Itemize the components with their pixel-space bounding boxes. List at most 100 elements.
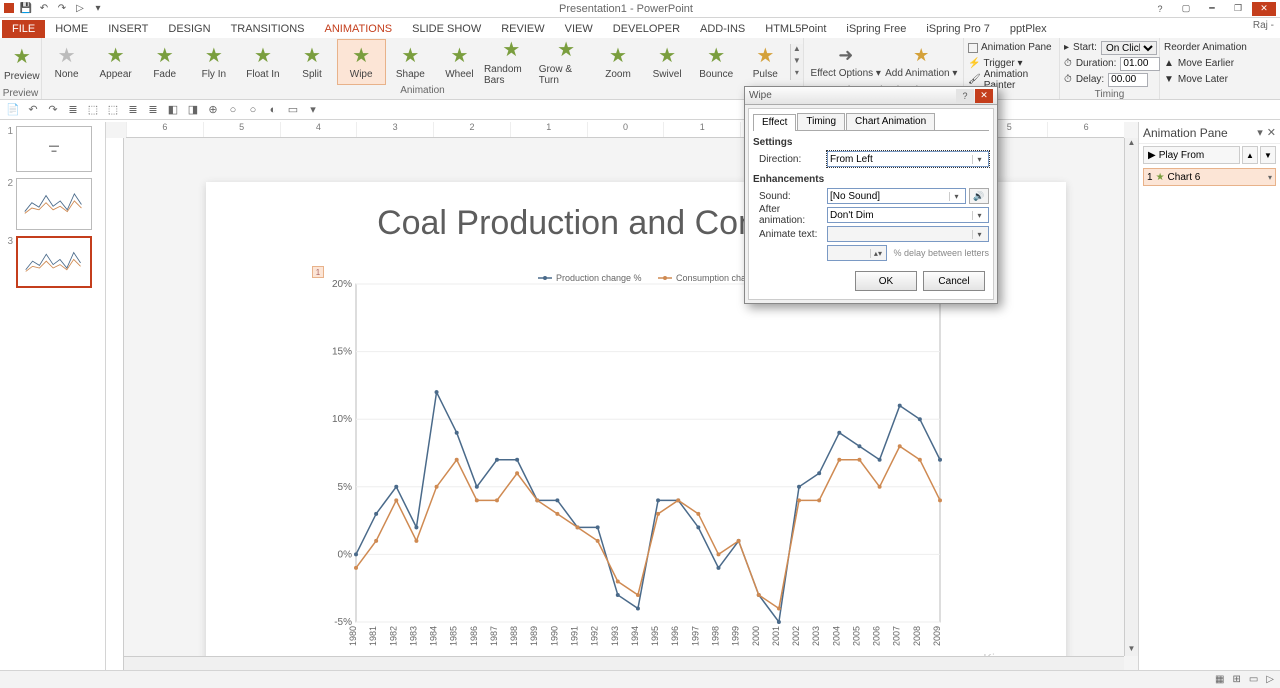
qat-icon[interactable]: ≣ xyxy=(66,103,80,117)
anim-zoom[interactable]: Zoom xyxy=(593,39,642,85)
start-select[interactable]: On Click xyxy=(1101,41,1157,55)
dialog-tab-chart-animation[interactable]: Chart Animation xyxy=(846,113,935,130)
thumbnail-3[interactable] xyxy=(16,236,92,288)
svg-text:1993: 1993 xyxy=(610,626,620,646)
tab-ispring-free[interactable]: iSpring Free xyxy=(836,20,916,38)
tab-design[interactable]: DESIGN xyxy=(158,20,220,38)
qat-icon[interactable]: ▭ xyxy=(286,103,300,117)
animation-tag[interactable]: 1 xyxy=(312,266,324,278)
anim-bounce[interactable]: Bounce xyxy=(692,39,741,85)
play-from-button[interactable]: ▶Play From xyxy=(1143,146,1240,164)
tab-view[interactable]: VIEW xyxy=(555,20,603,38)
anim-pulse[interactable]: ★Pulse xyxy=(741,39,790,85)
tab-ispring-pro[interactable]: iSpring Pro 7 xyxy=(916,20,1000,38)
direction-combo[interactable]: From Left▾ xyxy=(827,151,989,167)
qat-icon[interactable]: ◐ xyxy=(266,103,280,117)
qat-more-icon[interactable]: ▾ xyxy=(92,3,104,15)
view-reading-icon[interactable]: ▭ xyxy=(1249,674,1258,685)
qat-icon[interactable]: ⬚ xyxy=(106,103,120,117)
qat-undo-icon[interactable]: ↶ xyxy=(38,3,50,15)
thumbnail-2[interactable] xyxy=(16,178,92,230)
gallery-scroll[interactable]: ▲▼▾ xyxy=(790,44,803,80)
qat-save-icon[interactable]: 💾 xyxy=(20,3,32,15)
animation-pane-toggle[interactable]: Animation Pane xyxy=(968,40,1052,55)
chevron-down-icon[interactable]: ▾ xyxy=(1268,173,1272,182)
pane-dropdown-icon[interactable]: ▾ xyxy=(1257,126,1263,139)
tab-pptplex[interactable]: pptPlex xyxy=(1000,20,1057,38)
close-button[interactable]: ✕ xyxy=(1252,2,1276,16)
view-normal-icon[interactable]: ▦ xyxy=(1215,674,1224,685)
qat-icon[interactable]: ○ xyxy=(226,103,240,117)
animation-gallery[interactable]: ★None Appear Fade Fly In Float In Split … xyxy=(42,39,790,85)
tab-animations[interactable]: ANIMATIONS xyxy=(315,20,403,38)
tab-developer[interactable]: DEVELOPER xyxy=(603,20,690,38)
delay-input[interactable] xyxy=(1108,73,1148,87)
cancel-button[interactable]: Cancel xyxy=(923,271,985,291)
qat-icon[interactable]: ≣ xyxy=(146,103,160,117)
animation-item[interactable]: 1 ★ Chart 6 ▾ xyxy=(1143,168,1276,186)
anim-floatin[interactable]: Float In xyxy=(238,39,287,85)
qat-icon[interactable]: ◨ xyxy=(186,103,200,117)
move-later-button[interactable]: ▼Move Later xyxy=(1164,72,1228,87)
qat-icon[interactable]: ↶ xyxy=(26,103,40,117)
qat-icon[interactable]: ▾ xyxy=(306,103,320,117)
animation-painter-button[interactable]: 🖌Animation Painter xyxy=(968,72,1055,87)
pane-close-icon[interactable]: ✕ xyxy=(1267,126,1276,139)
anim-none[interactable]: ★None xyxy=(42,39,91,85)
anim-swivel[interactable]: Swivel xyxy=(643,39,692,85)
help-icon[interactable]: ? xyxy=(1148,2,1172,16)
play-up-button[interactable]: ▲ xyxy=(1242,146,1258,164)
spinner-icon: ▴▾ xyxy=(870,249,884,258)
qat-redo-icon[interactable]: ↷ xyxy=(56,3,68,15)
play-down-button[interactable]: ▼ xyxy=(1260,146,1276,164)
anim-split[interactable]: Split xyxy=(287,39,336,85)
anim-flyin[interactable]: Fly In xyxy=(189,39,238,85)
tab-insert[interactable]: INSERT xyxy=(98,20,158,38)
view-slideshow-icon[interactable]: ▷ xyxy=(1266,674,1274,685)
thumbnail-1[interactable]: ▬▬▬ xyxy=(16,126,92,172)
tab-file[interactable]: FILE xyxy=(2,20,45,38)
qat-icon[interactable]: 📄 xyxy=(6,103,20,117)
anim-wheel[interactable]: Wheel xyxy=(435,39,484,85)
qat-icon[interactable]: ⬚ xyxy=(86,103,100,117)
qat-icon[interactable]: ⊕ xyxy=(206,103,220,117)
duration-input[interactable] xyxy=(1120,57,1160,71)
tab-home[interactable]: HOME xyxy=(45,20,98,38)
dialog-help-button[interactable]: ? xyxy=(956,89,974,103)
anim-growturn[interactable]: Grow & Turn xyxy=(539,39,594,85)
anim-wipe[interactable]: Wipe xyxy=(337,39,386,85)
anim-appear[interactable]: Appear xyxy=(91,39,140,85)
tab-html5point[interactable]: HTML5Point xyxy=(755,20,836,38)
chart-object[interactable]: 1 -5%0%5%10%15%20%Production change %Con… xyxy=(326,264,946,652)
preview-button[interactable]: Preview xyxy=(4,40,40,86)
maximize-button[interactable]: ❐ xyxy=(1226,2,1250,16)
editor-scrollbar-v[interactable]: ▲▼ xyxy=(1124,138,1138,656)
dialog-close-button[interactable]: ✕ xyxy=(975,89,993,103)
view-sorter-icon[interactable]: ⊞ xyxy=(1232,674,1240,685)
add-animation-button[interactable]: ★Add Animation ▾ xyxy=(884,45,960,79)
sound-combo[interactable]: [No Sound]▾ xyxy=(827,188,966,204)
tab-transitions[interactable]: TRANSITIONS xyxy=(221,20,315,38)
qat-icon[interactable]: ↷ xyxy=(46,103,60,117)
effect-options-button[interactable]: ➜Effect Options ▾ xyxy=(808,45,884,79)
dialog-tab-timing[interactable]: Timing xyxy=(797,113,845,130)
dialog-tab-effect[interactable]: Effect xyxy=(753,114,796,131)
anim-shape[interactable]: Shape xyxy=(386,39,435,85)
move-earlier-button[interactable]: ▲Move Earlier xyxy=(1164,56,1234,71)
qat-icon[interactable]: ○ xyxy=(246,103,260,117)
sound-preview-button[interactable]: 🔊 xyxy=(969,188,989,204)
anim-randombars[interactable]: Random Bars xyxy=(484,39,539,85)
ribbon-tabs: FILE HOME INSERT DESIGN TRANSITIONS ANIM… xyxy=(0,18,1280,38)
minimize-button[interactable]: ━ xyxy=(1200,2,1224,16)
editor-scrollbar-h[interactable] xyxy=(124,656,1124,670)
tab-review[interactable]: REVIEW xyxy=(491,20,554,38)
ok-button[interactable]: OK xyxy=(855,271,917,291)
qat-start-icon[interactable]: ▷ xyxy=(74,3,86,15)
anim-fade[interactable]: Fade xyxy=(140,39,189,85)
after-animation-combo[interactable]: Don't Dim▾ xyxy=(827,207,989,223)
ribbon-display-icon[interactable]: ▢ xyxy=(1174,2,1198,16)
qat-icon[interactable]: ≣ xyxy=(126,103,140,117)
tab-slideshow[interactable]: SLIDE SHOW xyxy=(402,20,491,38)
tab-addins[interactable]: ADD-INS xyxy=(690,20,755,38)
qat-icon[interactable]: ◧ xyxy=(166,103,180,117)
